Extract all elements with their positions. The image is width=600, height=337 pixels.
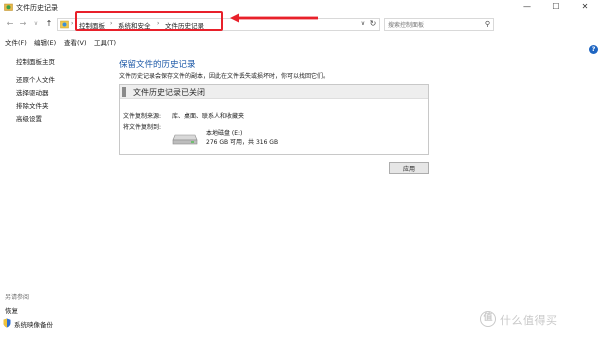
close-button[interactable]: ✕ [572,0,598,14]
menu-edit[interactable]: 编辑(E) [34,37,56,47]
status-marker [122,87,126,97]
source-label: 文件复制来源: [123,113,162,120]
watermark-badge: 值 [480,311,496,327]
window-title: 文件历史记录 [16,4,58,12]
hard-drive-icon [172,134,198,145]
search-box[interactable]: ⚲ [384,18,494,31]
file-history-icon [4,3,13,11]
help-button[interactable]: ? [589,45,598,54]
shield-icon [3,318,11,328]
sidebar-item-exclude[interactable]: 排除文件夹 [16,100,49,110]
forward-button[interactable]: → [18,18,28,30]
sidebar-item-restore[interactable]: 还原个人文件 [16,74,55,84]
sidebar-item-system-image[interactable]: 系统映像备份 [14,319,53,329]
source-value: 库、桌面、联系人和收藏夹 [172,113,245,120]
annotation-arrow-icon [230,13,318,23]
menu-tools[interactable]: 工具(T) [94,37,116,47]
page-title: 保留文件的历史记录 [119,60,196,70]
sidebar-item-select-drive[interactable]: 选择驱动器 [16,87,49,97]
sidebar-item-advanced[interactable]: 高级设置 [16,113,42,123]
annotation-highlight-box [75,11,223,31]
drive-name: 本地磁盘 (E:) [206,130,243,137]
breadcrumb-separator: › [71,20,74,27]
refresh-button[interactable]: ↻ [368,19,378,30]
back-button[interactable]: ← [5,18,15,30]
watermark: 值 什么值得买 [478,309,596,331]
chevron-down-icon[interactable]: ∨ [358,20,368,27]
apply-button[interactable]: 应用 [389,162,429,174]
see-also-heading: 另请参阅 [5,294,30,301]
control-panel-icon [60,20,69,29]
sidebar-item-home[interactable]: 控制面板主页 [16,56,55,66]
menu-file[interactable]: 文件(F) [5,37,27,47]
drive-space: 276 GB 可用，共 316 GB [206,139,279,146]
status-panel: 文件历史记录已关闭 文件复制来源: 库、桌面、联系人和收藏夹 将文件复制到: 本… [119,84,429,155]
search-icon[interactable]: ⚲ [485,20,490,28]
target-label: 将文件复制到: [123,124,162,131]
page-description: 文件历史记录会保存文件的副本，因此在文件丢失或损坏时，你可以找回它们。 [119,73,330,80]
menu-bar: 文件(F) 编辑(E) 查看(V) 工具(T) [0,35,600,47]
search-input[interactable] [388,20,478,30]
watermark-text: 什么值得买 [500,314,558,327]
minimize-button[interactable]: — [514,0,540,14]
status-text: 文件历史记录已关闭 [133,88,205,97]
up-button[interactable]: ↑ [44,18,54,30]
menu-view[interactable]: 查看(V) [64,37,87,47]
recent-locations-button[interactable]: ∨ [31,18,41,30]
maximize-button[interactable]: ☐ [543,0,569,14]
sidebar-item-recovery[interactable]: 恢复 [5,305,18,315]
status-header: 文件历史记录已关闭 [120,85,428,99]
